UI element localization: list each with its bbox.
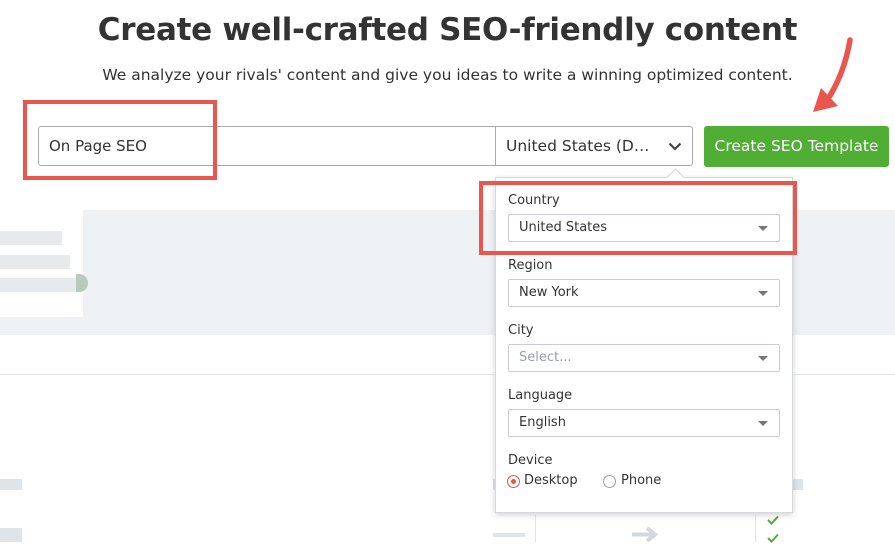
background-line <box>0 278 82 292</box>
region-select-value: New York <box>519 285 579 300</box>
red-arrow-icon <box>808 36 858 125</box>
region-label: Region <box>508 258 553 273</box>
language-select-value: English <box>519 415 566 430</box>
language-select[interactable]: English <box>508 409 780 437</box>
device-phone-radio[interactable] <box>603 475 616 488</box>
background-line <box>0 255 70 269</box>
annotation-highlight-keyword <box>23 100 217 180</box>
background-divider <box>535 515 536 542</box>
background-divider <box>755 515 756 542</box>
create-seo-template-button[interactable]: Create SEO Template <box>704 126 889 167</box>
background-bar <box>0 479 22 490</box>
city-label: City <box>508 323 534 338</box>
background-bar <box>493 533 525 537</box>
background-badge <box>0 528 22 542</box>
device-desktop-radio[interactable] <box>507 475 520 488</box>
page-subtitle: We analyze your rivals' content and give… <box>102 66 793 84</box>
caret-down-icon <box>758 421 768 426</box>
location-select-value: United States (D… <box>506 137 650 155</box>
city-select-placeholder: Select... <box>519 350 572 365</box>
city-select[interactable]: Select... <box>508 344 780 372</box>
check-icon <box>767 528 779 547</box>
caret-down-icon <box>758 356 768 361</box>
caret-down-icon <box>758 291 768 296</box>
chevron-down-icon <box>668 142 682 151</box>
background-arrow-icon <box>630 526 660 546</box>
annotation-highlight-country <box>479 181 797 255</box>
device-label: Device <box>508 453 553 468</box>
device-phone-label[interactable]: Phone <box>621 473 661 488</box>
device-desktop-label[interactable]: Desktop <box>524 473 578 488</box>
location-select[interactable]: United States (D… <box>495 127 692 165</box>
language-label: Language <box>508 388 573 403</box>
page-title: Create well-crafted SEO-friendly content <box>97 12 798 48</box>
region-select[interactable]: New York <box>508 279 780 307</box>
background-bar <box>793 479 803 490</box>
background-line <box>0 231 62 245</box>
